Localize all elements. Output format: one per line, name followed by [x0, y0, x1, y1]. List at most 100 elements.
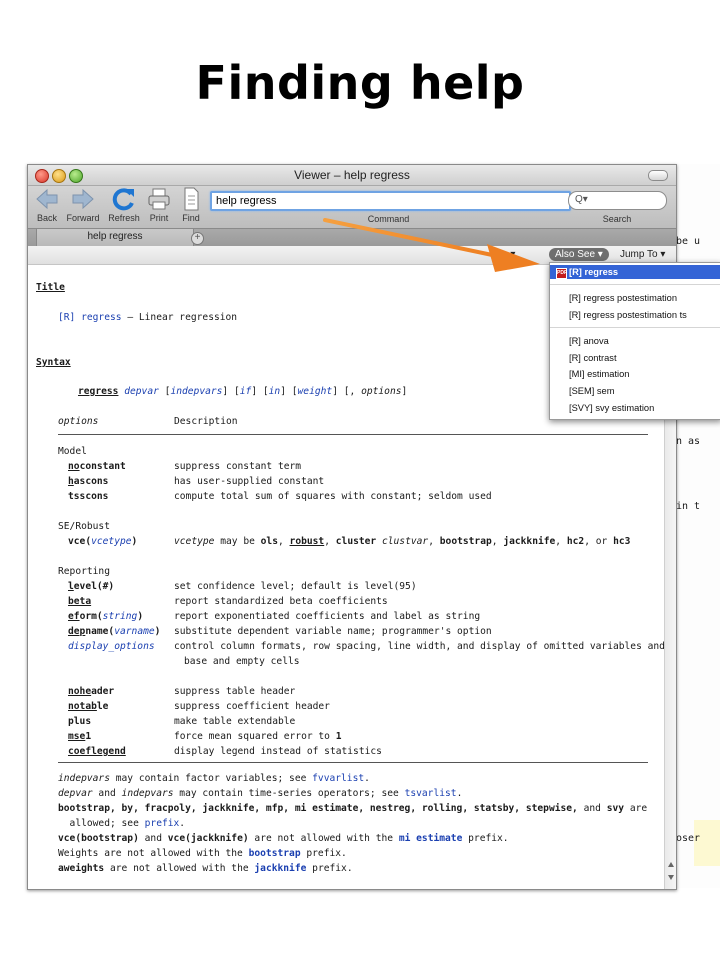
desc-level: set confidence level; default is level(9…	[174, 581, 417, 592]
tab-bar: help regress +	[28, 228, 676, 246]
prefix-link[interactable]: prefix	[145, 818, 180, 829]
note-aweights: aweights are not allowed with the jackkn…	[58, 863, 353, 874]
opt-coeflegend[interactable]: coeflegend	[68, 746, 126, 758]
opt-noconstant[interactable]: noconstant	[68, 461, 126, 473]
tab-help-regress[interactable]: help regress	[36, 229, 194, 246]
desc-display-options-cont: base and empty cells	[184, 656, 300, 667]
desc-hascons: has user-supplied constant	[174, 476, 325, 487]
refresh-label: Refresh	[108, 213, 140, 223]
syntax-weight[interactable]: weight	[298, 386, 333, 397]
footer-rule	[58, 762, 648, 763]
back-button[interactable]: Back	[31, 186, 63, 223]
desc-vce: vcetype may be ols, robust, cluster clus…	[174, 536, 631, 547]
syntax-depvar[interactable]: depvar	[124, 386, 159, 397]
desc-noheader: suppress table header	[174, 686, 296, 697]
search-input[interactable]: Q▾	[568, 191, 667, 210]
opt-vce[interactable]: vce(vcetype)	[68, 536, 137, 548]
desc-noconstant: suppress constant term	[174, 461, 302, 472]
menu-item-mi-estimation[interactable]: [MI] estimation	[550, 367, 720, 381]
back-label: Back	[36, 213, 57, 223]
menu-item-regress-postestimation-ts[interactable]: [R] regress postestimation ts	[550, 308, 720, 322]
find-button[interactable]: Find	[178, 186, 204, 223]
menu-separator	[550, 284, 720, 285]
syntax-in[interactable]: in	[269, 386, 281, 397]
note-vce-mi: vce(bootstrap) and vce(jackknife) are no…	[58, 833, 509, 844]
opt-depname[interactable]: depname(varname)	[68, 626, 160, 638]
command-input[interactable]	[210, 191, 571, 211]
menu-item-regress[interactable]: PDF [R] regress	[550, 265, 720, 279]
fvvarlist-link[interactable]: fvvarlist	[312, 773, 364, 784]
background-text: be u	[676, 236, 701, 247]
regress-manual-link[interactable]: [R] regress	[58, 312, 122, 323]
opt-beta[interactable]: beta	[68, 596, 91, 608]
menu-item-anova[interactable]: [R] anova	[550, 334, 720, 348]
note-prefix-link: allowed; see prefix.	[58, 818, 186, 829]
note-indepvars: indepvars may contain factor variables; …	[58, 773, 370, 784]
printer-icon	[148, 188, 170, 210]
menu-item-svy-estimation[interactable]: [SVY] svy estimation	[550, 401, 720, 415]
note-depvar: depvar and indepvars may contain time-se…	[58, 788, 463, 799]
toolbar-toggle-button[interactable]	[648, 170, 668, 181]
syntax-if[interactable]: if	[240, 386, 252, 397]
desc-plus: make table extendable	[174, 716, 296, 727]
note-prefixes: bootstrap, by, fracpoly, jackknife, mfp,…	[58, 803, 648, 814]
desc-notable: suppress coefficient header	[174, 701, 330, 712]
scroll-up-icon[interactable]	[668, 862, 674, 867]
dialog-button[interactable]: g ▾	[498, 248, 519, 261]
opt-level[interactable]: level(#)	[68, 581, 114, 593]
header-rule	[58, 434, 648, 435]
print-button[interactable]: Print	[145, 186, 173, 223]
desc-coeflegend: display legend instead of statistics	[174, 746, 382, 757]
search-label: Search	[602, 214, 632, 224]
syntax-heading: Syntax	[36, 357, 71, 368]
opt-hascons[interactable]: hascons	[68, 476, 108, 488]
opt-display-options[interactable]: display_options	[68, 641, 155, 653]
opt-plus[interactable]: plus	[68, 716, 91, 728]
syntax-line: regress depvar [indepvars] [if] [in] [we…	[78, 386, 408, 397]
desc-depname: substitute dependent variable name; prog…	[174, 626, 492, 637]
refresh-icon	[112, 188, 134, 211]
opt-eform[interactable]: eform(string)	[68, 611, 143, 623]
menu-item-contrast[interactable]: [R] contrast	[550, 351, 720, 365]
document-find-icon	[184, 187, 199, 211]
syntax-options: options	[361, 386, 402, 397]
note-weights: Weights are not allowed with the bootstr…	[58, 848, 347, 859]
toolbar: Back Forward Refresh Print Find help reg…	[28, 186, 676, 228]
slide-title: Finding help	[195, 56, 525, 110]
desc-beta: report standardized beta coefficients	[174, 596, 388, 607]
jump-to-button[interactable]: Jump To ▾	[616, 248, 669, 261]
forward-button[interactable]: Forward	[65, 186, 101, 223]
syntax-cmd: regress	[78, 386, 119, 397]
menu-separator	[550, 327, 720, 328]
pdf-icon: PDF	[556, 268, 567, 279]
title-heading: Title	[36, 282, 65, 293]
opt-tsscons[interactable]: tsscons	[68, 491, 108, 503]
menu-item-sem[interactable]: [SEM] sem	[550, 384, 720, 398]
title-description: — Linear regression	[127, 312, 238, 323]
print-label: Print	[149, 213, 169, 223]
background-text: n as	[676, 436, 701, 447]
group-se-robust: SE/Robust	[58, 521, 110, 532]
back-arrow-icon	[36, 188, 58, 210]
add-tab-button[interactable]: +	[191, 232, 204, 245]
command-label: Command	[367, 214, 410, 224]
refresh-button[interactable]: Refresh	[106, 186, 142, 223]
also-see-button[interactable]: Also See ▾	[549, 248, 609, 261]
find-label: Find	[182, 213, 200, 223]
group-model: Model	[58, 446, 87, 457]
opt-noheader[interactable]: noheader	[68, 686, 114, 698]
scroll-down-icon[interactable]	[668, 875, 674, 880]
syntax-indepvars[interactable]: indepvars	[170, 386, 222, 397]
desc-tsscons: compute total sum of squares with consta…	[174, 491, 492, 502]
title-bar[interactable]: Viewer – help regress	[28, 165, 676, 186]
tsvarlist-link[interactable]: tsvarlist	[405, 788, 457, 799]
forward-label: Forward	[66, 213, 100, 223]
group-reporting: Reporting	[58, 566, 110, 577]
opt-notable[interactable]: notable	[68, 701, 108, 713]
bootstrap-link[interactable]: bootstrap	[249, 848, 301, 859]
forward-arrow-icon	[72, 188, 94, 210]
opt-msel[interactable]: mse1	[68, 731, 91, 743]
jackknife-link[interactable]: jackknife	[254, 863, 306, 874]
mi-estimate-link[interactable]: mi estimate	[399, 833, 463, 844]
menu-item-regress-postestimation[interactable]: [R] regress postestimation	[550, 291, 720, 305]
